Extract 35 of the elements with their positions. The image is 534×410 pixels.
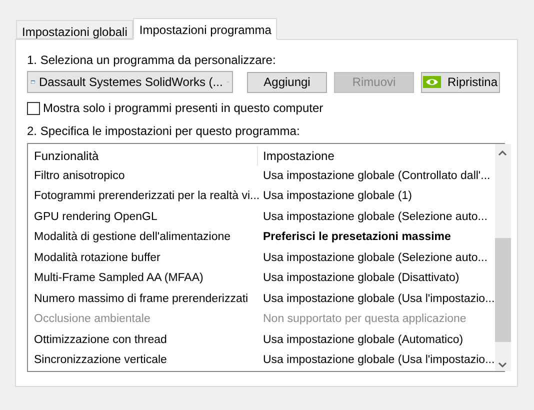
program-dropdown[interactable]: Dassault Systemes SolidWorks (... bbox=[27, 71, 233, 93]
scroll-down-icon[interactable] bbox=[498, 362, 508, 368]
column-header[interactable]: Impostazione bbox=[258, 146, 495, 166]
setting-cell[interactable]: Usa impostazione globale (Controllato dall'... bbox=[258, 168, 495, 185]
tab[interactable]: Impostazioni programma bbox=[133, 18, 278, 40]
setting-cell[interactable]: Usa impostazione globale (Selezione auto... bbox=[258, 208, 495, 226]
feature-cell[interactable]: Fotogrammi prerenderizzati per la realtà vi... bbox=[28, 188, 258, 206]
feature-cell[interactable]: Sincronizzazione verticale bbox=[28, 352, 258, 370]
scrollbar-thumb[interactable] bbox=[494, 238, 511, 342]
checkbox-label: Mostra solo i programmi presenti in questo computer bbox=[43, 100, 324, 117]
feature-cell[interactable]: Filtro anisotropico bbox=[28, 168, 258, 185]
column-header[interactable]: Funzionalità bbox=[28, 146, 258, 166]
scroll-up-icon[interactable] bbox=[498, 150, 508, 156]
setting-cell[interactable]: Usa impostazione globale (Selezione auto... bbox=[258, 250, 495, 267]
tab[interactable]: Impostazioni globali bbox=[16, 20, 134, 39]
feature-cell[interactable]: Numero massimo di frame prerenderizzati bbox=[28, 290, 258, 308]
checkbox[interactable] bbox=[27, 102, 40, 114]
step-label: 1. Seleziona un programma da personalizzare: bbox=[27, 52, 277, 67]
button[interactable]: Aggiungi bbox=[247, 72, 327, 92]
feature-cell[interactable]: Modalità di gestione dell'alimentazione bbox=[28, 229, 258, 246]
setting-cell[interactable]: Usa impostazione globale (1) bbox=[258, 188, 495, 206]
scrollbar[interactable] bbox=[494, 144, 511, 371]
feature-cell[interactable]: GPU rendering OpenGL bbox=[28, 208, 258, 226]
setting-cell[interactable]: Usa impostazione globale (Automatico) bbox=[258, 332, 495, 349]
feature-cell[interactable]: Multi-Frame Sampled AA (MFAA) bbox=[28, 270, 258, 288]
button[interactable]: Ripristina bbox=[421, 72, 500, 92]
setting-cell[interactable]: Usa impostazione globale (Disattivato) bbox=[258, 270, 495, 288]
setting-cell[interactable]: Preferisci le presetazioni massime bbox=[258, 229, 495, 246]
setting-cell[interactable]: Usa impostazione globale (Usa l'impostazio... bbox=[258, 352, 495, 370]
feature-cell[interactable]: Modalità rotazione buffer bbox=[28, 250, 258, 267]
setting-cell[interactable]: Usa impostazione globale (Usa l'impostazio... bbox=[258, 290, 495, 308]
feature-cell[interactable]: Ottimizzazione con thread bbox=[28, 332, 258, 349]
eye-logo-icon bbox=[423, 76, 442, 88]
step-label: 2. Specifica le impostazioni per questo programma: bbox=[27, 123, 301, 138]
program-name: Dassault Systemes SolidWorks (... bbox=[38, 74, 223, 91]
